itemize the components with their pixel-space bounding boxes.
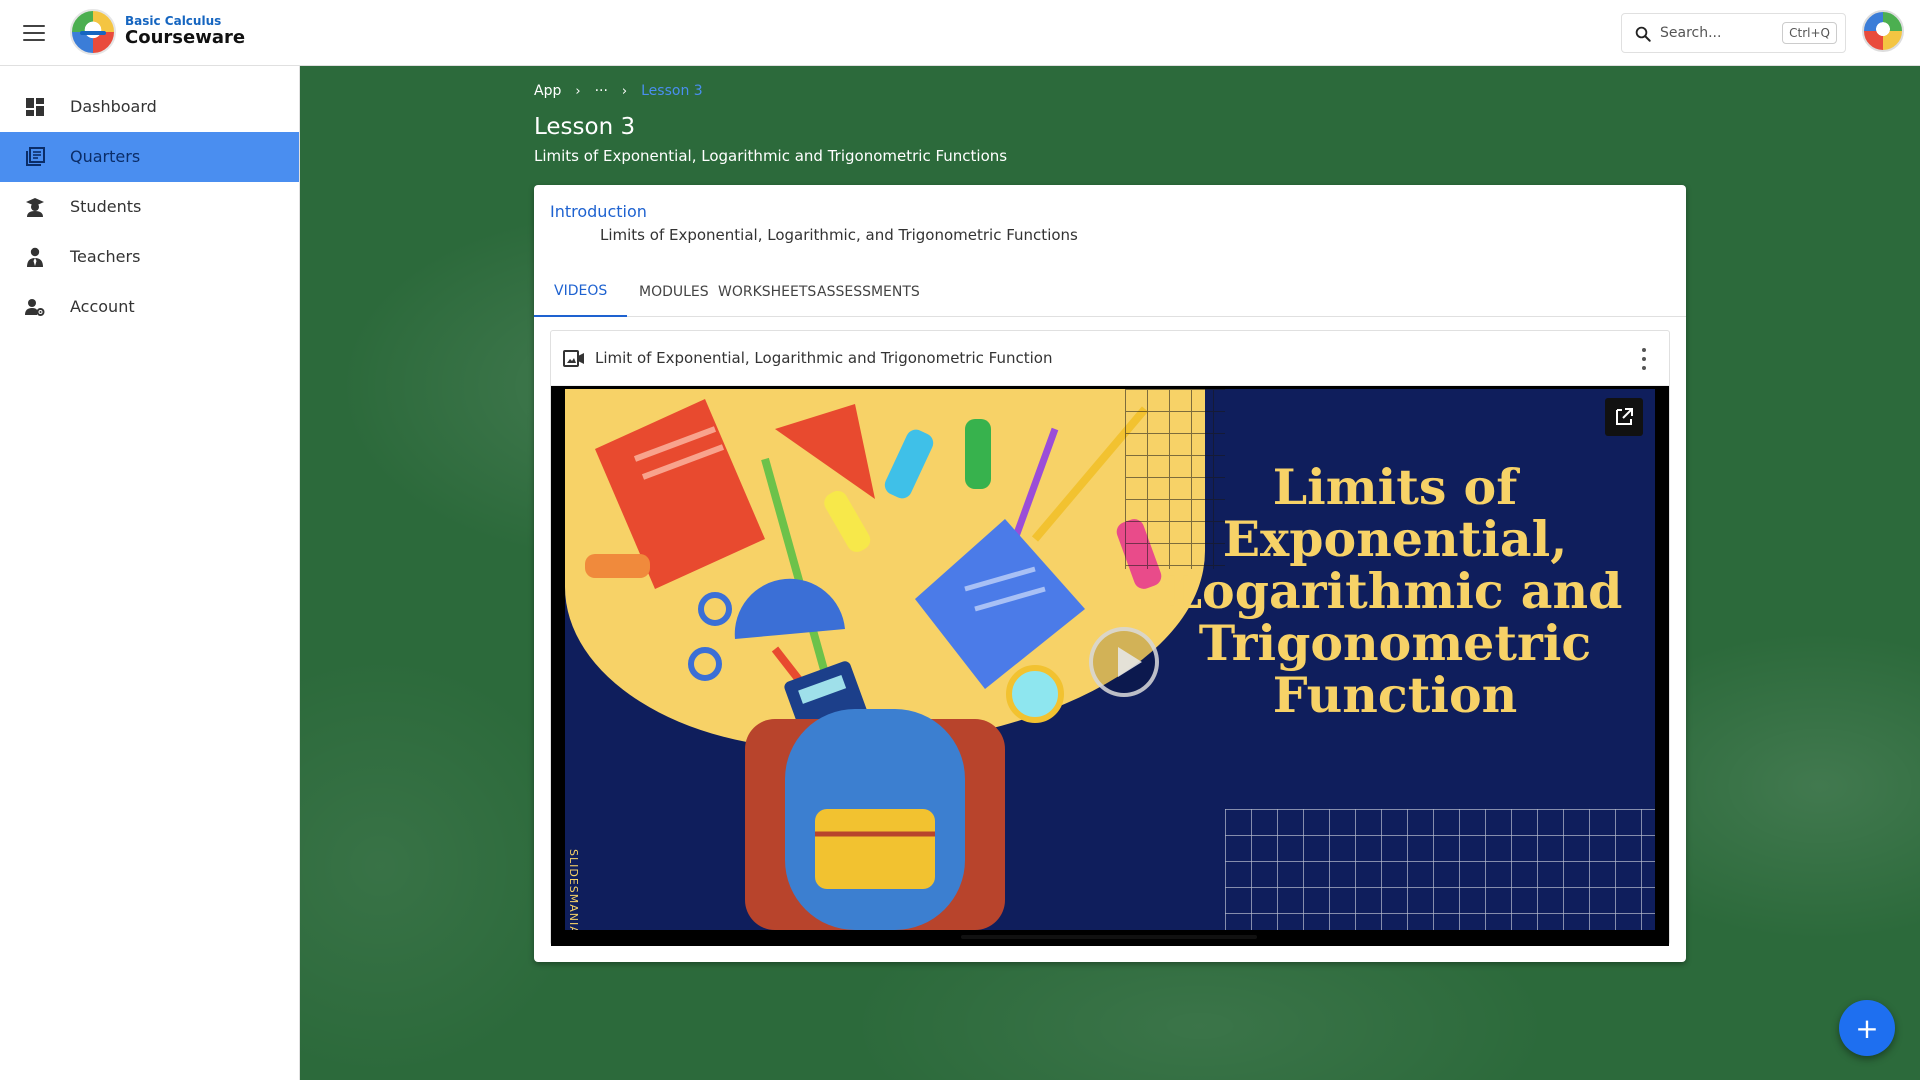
tab-videos[interactable]: VIDEOS xyxy=(534,267,628,317)
search-shortcut-hint: Ctrl+Q xyxy=(1782,22,1837,44)
thumbnail-title: Limits of Exponential, Logarithmic and T… xyxy=(1167,458,1623,724)
video-header: Limit of Exponential, Logarithmic and Tr… xyxy=(551,331,1669,386)
user-avatar[interactable] xyxy=(1862,10,1904,52)
page-title: Lesson 3 xyxy=(534,114,636,140)
video-camera-icon xyxy=(563,350,584,367)
chevron-right-icon: › xyxy=(621,83,628,99)
student-icon xyxy=(26,198,44,217)
breadcrumb-current: Lesson 3 xyxy=(641,83,703,99)
app-bar: Basic Calculus Courseware Ctrl+Q xyxy=(0,0,1920,66)
page-subtitle: Limits of Exponential, Logarithmic and T… xyxy=(534,147,1008,165)
search-box[interactable]: Ctrl+Q xyxy=(1621,13,1846,53)
search-icon xyxy=(1635,26,1651,42)
introduction-description: Limits of Exponential, Logarithmic, and … xyxy=(600,226,1078,244)
breadcrumb-app[interactable]: App xyxy=(534,83,561,99)
sidebar-item-account[interactable]: Account xyxy=(0,282,299,332)
breadcrumb-ellipsis[interactable]: ··· xyxy=(595,83,608,99)
add-fab-button[interactable]: + xyxy=(1839,1000,1895,1056)
video-player[interactable]: Limits of Exponential, Logarithmic and T… xyxy=(551,386,1669,946)
brand-subtitle: Basic Calculus xyxy=(125,14,222,28)
introduction-link[interactable]: Introduction xyxy=(550,202,647,221)
sidebar-item-quarters[interactable]: Quarters xyxy=(0,132,299,182)
play-icon[interactable] xyxy=(1089,627,1159,697)
library-books-icon xyxy=(26,147,45,166)
brand-title: Courseware xyxy=(125,27,246,48)
sidebar-item-label: Account xyxy=(70,297,135,316)
sidebar-item-label: Students xyxy=(70,197,142,216)
tab-assessments[interactable]: ASSESSMENTS xyxy=(797,267,940,317)
hamburger-menu-icon[interactable] xyxy=(20,21,48,45)
breadcrumb: App › ··· › Lesson 3 xyxy=(534,83,703,99)
courseware-logo[interactable] xyxy=(70,9,116,55)
open-external-icon[interactable] xyxy=(1605,398,1643,436)
sidebar-item-label: Quarters xyxy=(70,147,141,166)
thumbnail-illustration xyxy=(565,389,1205,930)
more-options-icon[interactable] xyxy=(1639,348,1649,370)
sidebar-item-teachers[interactable]: Teachers xyxy=(0,232,299,282)
account-settings-icon xyxy=(25,299,45,316)
dashboard-icon xyxy=(26,98,44,116)
video-title: Limit of Exponential, Logarithmic and Tr… xyxy=(595,349,1053,367)
sidebar: Dashboard Quarters Students Teachers Acc… xyxy=(0,66,300,1080)
search-input[interactable] xyxy=(1660,22,1780,44)
sidebar-item-dashboard[interactable]: Dashboard xyxy=(0,82,299,132)
video-progress-bar[interactable] xyxy=(961,935,1257,939)
sidebar-item-label: Dashboard xyxy=(70,97,157,116)
thumbnail-watermark: SLIDESMANIA.COM xyxy=(567,849,580,930)
lesson-card: Introduction Limits of Exponential, Loga… xyxy=(534,185,1686,962)
lesson-tabs: VIDEOS MODULES WORKSHEETS ASSESSMENTS xyxy=(534,267,1686,317)
sidebar-item-students[interactable]: Students xyxy=(0,182,299,232)
teacher-icon xyxy=(27,247,43,267)
chevron-right-icon: › xyxy=(575,83,581,99)
video-item: Limit of Exponential, Logarithmic and Tr… xyxy=(550,330,1670,946)
video-thumbnail: Limits of Exponential, Logarithmic and T… xyxy=(565,389,1655,930)
thumbnail-grid-decoration xyxy=(1225,809,1655,930)
sidebar-item-label: Teachers xyxy=(70,247,141,266)
